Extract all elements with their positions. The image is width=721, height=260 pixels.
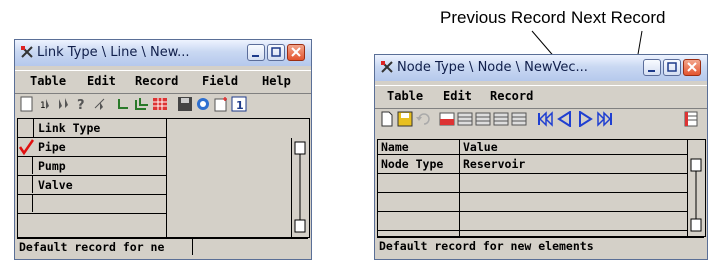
title-bar: Node Type \ Node \ NewVec... — [375, 55, 707, 81]
menu-edit[interactable]: Edit — [87, 74, 116, 88]
delete-record-icon[interactable] — [511, 111, 527, 127]
maximize-button[interactable] — [267, 44, 285, 61]
record-edit-icon[interactable] — [439, 111, 455, 127]
app-icon — [381, 61, 393, 73]
table-row[interactable]: Pipe — [18, 138, 166, 157]
menu-record[interactable]: Record — [135, 74, 178, 88]
new-file-icon[interactable] — [379, 111, 395, 127]
table-row[interactable]: Node Type Reservoir — [378, 155, 687, 174]
column-divider — [687, 140, 688, 155]
close-icon — [291, 47, 301, 57]
minimize-icon — [648, 70, 655, 72]
row-checkbox[interactable] — [18, 157, 33, 174]
menu-field[interactable]: Field — [202, 74, 238, 88]
scroll-track-icon — [294, 141, 306, 233]
previous-record-icon[interactable] — [557, 111, 573, 127]
vertical-scrollbar[interactable] — [687, 155, 704, 236]
table-view-icon[interactable] — [683, 111, 699, 127]
refresh-icon[interactable] — [195, 96, 211, 112]
scroll-track-icon — [690, 158, 702, 232]
select-multi-icon[interactable] — [56, 96, 72, 112]
save-icon[interactable] — [397, 111, 413, 127]
table-row[interactable]: Valve — [18, 176, 166, 195]
minimize-button[interactable] — [247, 44, 265, 61]
toolbar: 1 ? 1 — [17, 94, 309, 116]
column-header-name[interactable]: Name — [381, 140, 409, 154]
vertical-scrollbar[interactable] — [291, 138, 308, 237]
cell-link-type[interactable]: Valve — [38, 178, 73, 192]
table-row[interactable] — [18, 195, 166, 214]
table-row[interactable] — [378, 193, 687, 212]
maximize-button[interactable] — [663, 59, 681, 76]
check-icon[interactable] — [18, 139, 34, 156]
svg-text:1: 1 — [40, 101, 46, 111]
link-type-table: Link Type Pipe Pump Valve — [17, 118, 310, 238]
header-row: Name Value — [378, 140, 687, 155]
app-icon — [21, 46, 33, 58]
minimize-button[interactable] — [643, 59, 661, 76]
menu-table[interactable]: Table — [30, 74, 66, 88]
query-icon[interactable]: ? — [74, 96, 90, 112]
new-record-icon[interactable] — [213, 96, 229, 112]
close-button[interactable] — [287, 44, 305, 61]
menu-edit[interactable]: Edit — [443, 89, 472, 103]
toolbar — [377, 109, 705, 131]
minimize-icon — [252, 55, 259, 57]
cell-link-type[interactable]: Pump — [38, 159, 66, 173]
column-header-value[interactable]: Value — [463, 140, 498, 154]
close-button[interactable] — [683, 59, 701, 76]
table-row[interactable] — [378, 212, 687, 231]
close-icon — [687, 62, 697, 72]
menu-bar: Table Edit Record Field Help — [15, 70, 311, 94]
insert-record-icon[interactable] — [457, 111, 473, 127]
menu-help[interactable]: Help — [262, 74, 291, 88]
select-range-icon[interactable] — [92, 96, 108, 112]
maximize-icon — [667, 62, 677, 72]
row-checkbox[interactable] — [18, 195, 33, 212]
window-title: Node Type \ Node \ NewVec... — [397, 60, 588, 75]
status-bar: Default record for ne — [17, 238, 308, 255]
table-grid-icon[interactable] — [152, 96, 168, 112]
link-type-window: Link Type \ Line \ New... Table Edit Rec… — [14, 39, 312, 260]
select-one-icon[interactable]: 1 — [38, 96, 54, 112]
attach-icon[interactable] — [116, 96, 132, 112]
save-icon[interactable] — [177, 96, 193, 112]
table-row[interactable]: Pump — [18, 157, 166, 176]
attach-multi-icon[interactable] — [134, 96, 150, 112]
menu-table[interactable]: Table — [387, 89, 423, 103]
svg-text:?: ? — [77, 98, 85, 112]
insert-after-icon[interactable] — [475, 111, 491, 127]
node-type-table: Name Value Node Type Reservoir — [377, 139, 706, 237]
insert-before-icon[interactable] — [493, 111, 509, 127]
record-number-icon[interactable]: 1 — [231, 96, 247, 112]
svg-text:1: 1 — [236, 99, 244, 112]
node-type-window: Node Type \ Node \ NewVec... Table Edit … — [374, 54, 708, 260]
table-row[interactable] — [378, 174, 687, 193]
menu-record[interactable]: Record — [490, 89, 533, 103]
status-divider — [192, 239, 193, 255]
status-text: Default record for new elements — [379, 239, 594, 253]
header-row — [18, 119, 166, 138]
maximize-icon — [271, 47, 281, 57]
row-checkbox[interactable] — [18, 176, 33, 193]
menu-bar: Table Edit Record — [375, 85, 707, 109]
cell-link-type[interactable]: Pipe — [38, 140, 66, 154]
title-bar: Link Type \ Line \ New... — [15, 40, 311, 66]
first-record-icon[interactable] — [537, 111, 553, 127]
status-bar: Default record for new elements — [377, 237, 704, 254]
undo-icon[interactable] — [415, 111, 431, 127]
cell-value[interactable]: Reservoir — [463, 157, 525, 171]
cell-name[interactable]: Node Type — [381, 157, 443, 171]
next-record-icon[interactable] — [577, 111, 593, 127]
window-title: Link Type \ Line \ New... — [37, 45, 190, 60]
blank-page-icon[interactable] — [19, 96, 35, 112]
last-record-icon[interactable] — [597, 111, 613, 127]
